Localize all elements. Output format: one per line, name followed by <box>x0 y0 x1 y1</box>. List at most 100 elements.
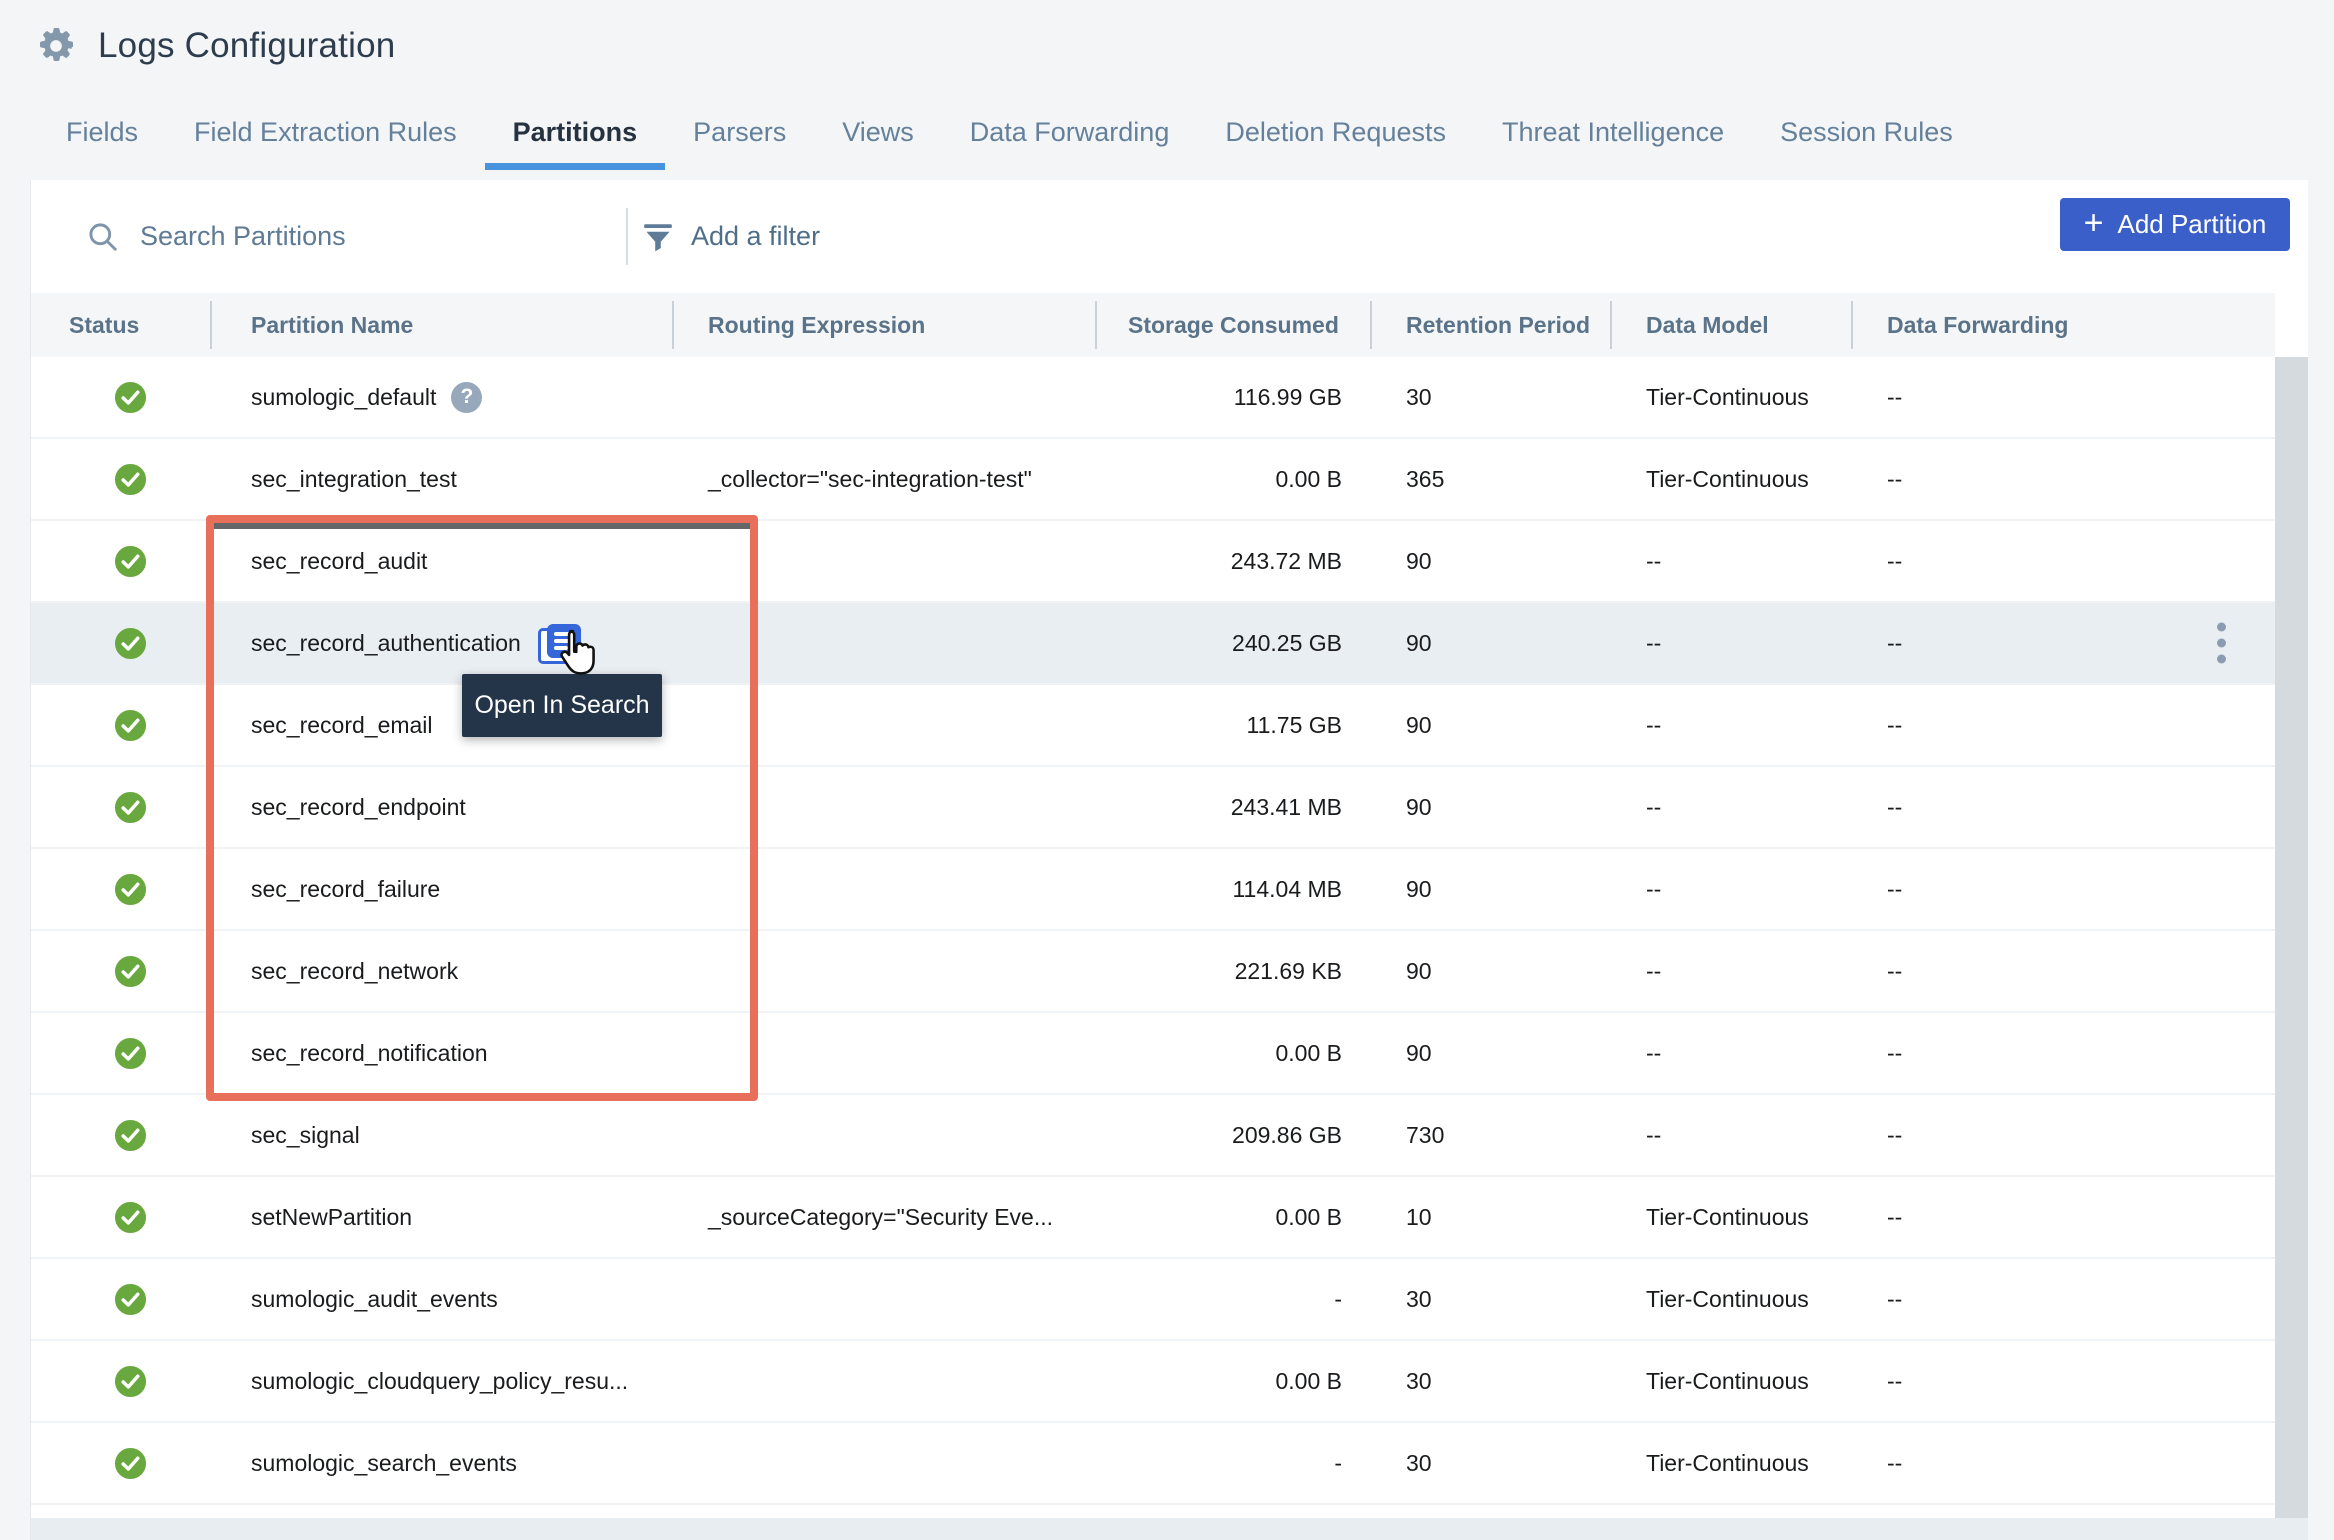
retention-period-cell: 730 <box>1372 1095 1612 1175</box>
table-row[interactable]: sumologic_audit_events-30Tier-Continuous… <box>31 1259 2275 1341</box>
table-row[interactable]: sec_record_failure114.04 MB90---- <box>31 849 2275 931</box>
storage-consumed-cell: 0.00 B <box>1097 1177 1372 1257</box>
table-row[interactable]: sec_signal209.86 GB730---- <box>31 1095 2275 1177</box>
storage-consumed-cell: 243.41 MB <box>1097 767 1372 847</box>
search-box[interactable] <box>87 180 562 293</box>
status-ok-icon <box>114 1447 147 1480</box>
routing-expression-cell <box>674 685 1097 765</box>
open-in-search-icon[interactable] <box>538 623 584 663</box>
help-icon[interactable]: ? <box>451 382 482 413</box>
table-row[interactable]: sumologic_search_events-30Tier-Continuou… <box>31 1423 2275 1505</box>
retention-period-cell: 90 <box>1372 685 1612 765</box>
status-ok-icon <box>114 873 147 906</box>
tab-data-forwarding[interactable]: Data Forwarding <box>942 110 1198 154</box>
data-forwarding-cell: -- <box>1853 439 2275 519</box>
partition-name-cell: sec_record_endpoint <box>212 767 674 847</box>
tab-session-rules[interactable]: Session Rules <box>1752 110 1981 154</box>
table-row[interactable]: sec_record_endpoint243.41 MB90---- <box>31 767 2275 849</box>
column-header-retention-period: Retention Period <box>1372 293 1612 357</box>
table-row[interactable]: sec_integration_test_collector="sec-inte… <box>31 439 2275 521</box>
data-forwarding-cell: -- <box>1853 357 2275 437</box>
storage-consumed-cell: - <box>1097 1423 1372 1503</box>
status-ok-icon <box>114 1283 147 1316</box>
status-cell <box>31 1013 212 1093</box>
partitions-panel: Add a filter + Add Partition Status Part… <box>30 180 2308 1540</box>
data-forwarding-cell: -- <box>1853 1341 2275 1421</box>
retention-period-cell: 90 <box>1372 521 1612 601</box>
partition-name: sec_record_audit <box>251 548 427 575</box>
status-ok-icon <box>114 1365 147 1398</box>
tab-field-extraction-rules[interactable]: Field Extraction Rules <box>166 110 485 154</box>
add-filter-button[interactable]: Add a filter <box>643 180 820 293</box>
tab-deletion-requests[interactable]: Deletion Requests <box>1197 110 1474 154</box>
status-cell <box>31 1259 212 1339</box>
data-model-cell: -- <box>1612 931 1853 1011</box>
table-row[interactable]: setNewPartition_sourceCategory="Security… <box>31 1177 2275 1259</box>
row-actions-kebab-icon[interactable] <box>2211 617 2232 670</box>
status-ok-icon <box>114 791 147 824</box>
partition-name-cell: sec_signal <box>212 1095 674 1175</box>
partition-name-cell: sec_record_notification <box>212 1013 674 1093</box>
data-forwarding-cell: -- <box>1853 1259 2275 1339</box>
retention-period-cell: 30 <box>1372 357 1612 437</box>
add-partition-button[interactable]: + Add Partition <box>2060 198 2290 251</box>
column-header-status: Status <box>31 293 212 357</box>
data-forwarding-cell: -- <box>1853 1095 2275 1175</box>
table-row[interactable]: sec_record_notification0.00 B90---- <box>31 1013 2275 1095</box>
toolbar: Add a filter + Add Partition <box>31 180 2308 293</box>
partition-name: sec_signal <box>251 1122 360 1149</box>
table-row[interactable]: sumologic_default?116.99 GB30Tier-Contin… <box>31 357 2275 439</box>
column-header-data-model: Data Model <box>1612 293 1853 357</box>
scrollbar-thumb[interactable] <box>2275 357 2308 1518</box>
column-header-partition-name: Partition Name <box>212 293 674 357</box>
data-model-cell: Tier-Continuous <box>1612 357 1853 437</box>
routing-expression-cell <box>674 931 1097 1011</box>
search-input[interactable] <box>138 220 562 253</box>
tab-views[interactable]: Views <box>814 110 942 154</box>
tab-threat-intelligence[interactable]: Threat Intelligence <box>1474 110 1752 154</box>
status-cell <box>31 521 212 601</box>
tab-partitions[interactable]: Partitions <box>485 110 666 154</box>
partition-name-cell: sumologic_audit_events <box>212 1259 674 1339</box>
table-row[interactable]: sec_record_network221.69 KB90---- <box>31 931 2275 1013</box>
search-icon <box>87 221 118 252</box>
partition-name: sec_record_network <box>251 958 458 985</box>
table-row[interactable]: sec_record_email11.75 GB90---- <box>31 685 2275 767</box>
storage-consumed-cell: 221.69 KB <box>1097 931 1372 1011</box>
add-partition-label: Add Partition <box>2117 209 2266 240</box>
status-cell <box>31 931 212 1011</box>
retention-period-cell: 30 <box>1372 1423 1612 1503</box>
table-header: Status Partition Name Routing Expression… <box>31 293 2275 357</box>
table-row[interactable]: sumologic_cloudquery_policy_resu...0.00 … <box>31 1341 2275 1423</box>
data-forwarding-cell: -- <box>1853 1177 2275 1257</box>
tab-parsers[interactable]: Parsers <box>665 110 814 154</box>
routing-expression-cell <box>674 1341 1097 1421</box>
data-model-cell: -- <box>1612 1013 1853 1093</box>
routing-expression-cell <box>674 849 1097 929</box>
column-header-routing-expression: Routing Expression <box>674 293 1097 357</box>
status-cell <box>31 1095 212 1175</box>
vertical-scrollbar[interactable] <box>2275 357 2308 1518</box>
partition-name: sec_record_authentication <box>251 630 521 657</box>
status-ok-icon <box>114 1201 147 1234</box>
partition-name-cell: sec_record_network <box>212 931 674 1011</box>
retention-period-cell: 90 <box>1372 1013 1612 1093</box>
routing-expression-cell: _collector="sec-integration-test" <box>674 439 1097 519</box>
data-forwarding-cell: -- <box>1853 849 2275 929</box>
storage-consumed-cell: 0.00 B <box>1097 1013 1372 1093</box>
data-model-cell: -- <box>1612 849 1853 929</box>
tab-fields[interactable]: Fields <box>38 110 166 154</box>
retention-period-cell: 90 <box>1372 603 1612 683</box>
data-model-cell: Tier-Continuous <box>1612 1259 1853 1339</box>
page-header: Logs Configuration <box>36 26 395 66</box>
status-ok-icon <box>114 1119 147 1152</box>
storage-consumed-cell: - <box>1097 1259 1372 1339</box>
storage-consumed-cell: 11.75 GB <box>1097 685 1372 765</box>
table-row[interactable]: sec_record_audit243.72 MB90---- <box>31 521 2275 603</box>
add-filter-label: Add a filter <box>691 221 820 252</box>
horizontal-scrollbar[interactable] <box>31 1518 2308 1540</box>
routing-expression-cell <box>674 1013 1097 1093</box>
partition-name: sumologic_cloudquery_policy_resu... <box>251 1368 628 1395</box>
partition-name-cell: sumologic_search_events <box>212 1423 674 1503</box>
table-row[interactable]: sec_record_authentication 240.25 GB90---… <box>31 603 2275 685</box>
